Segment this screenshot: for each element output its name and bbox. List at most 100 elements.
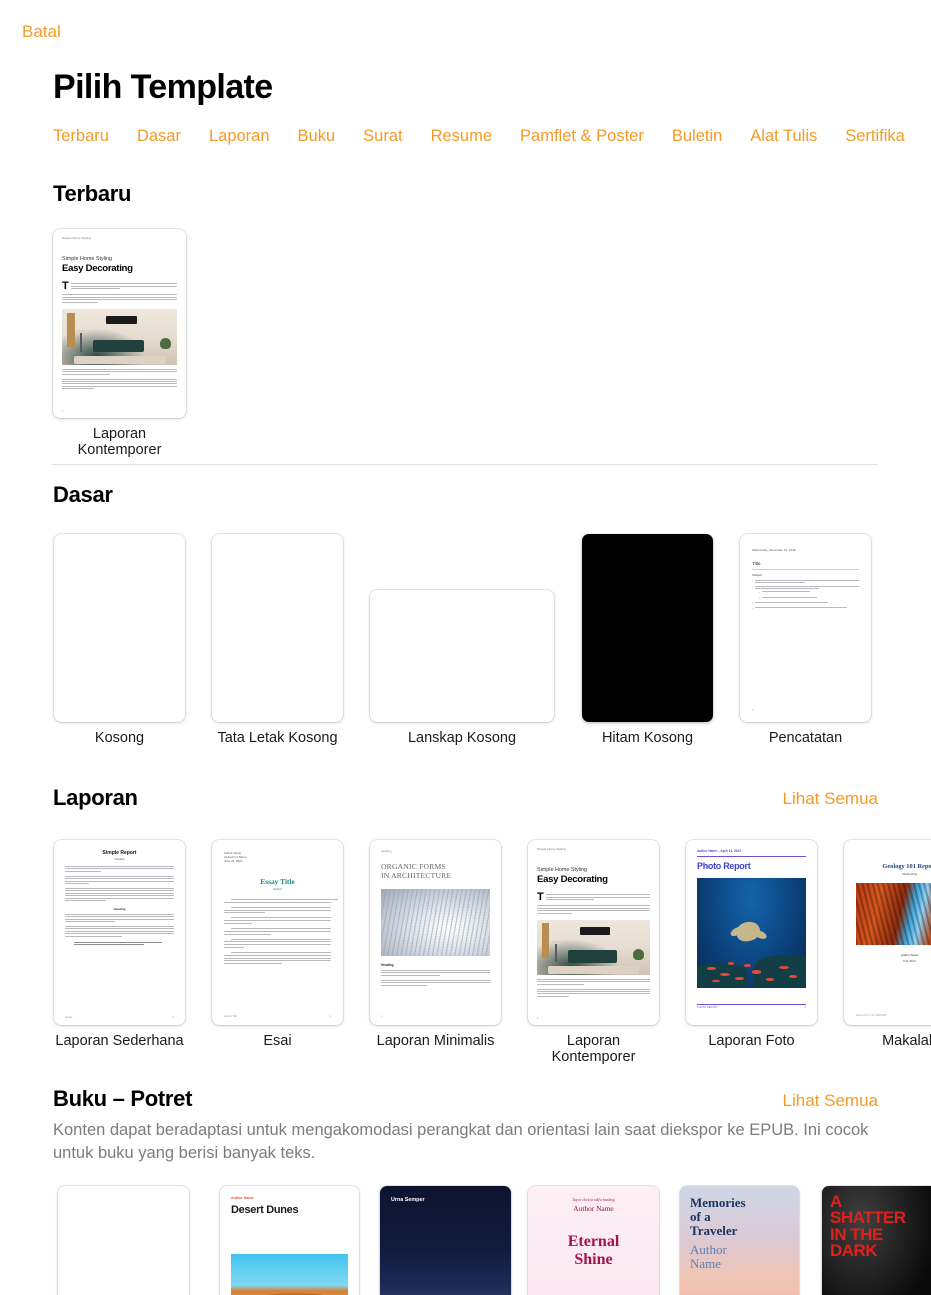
book-tile-eternal-shine[interactable]: Tap or click to add a heading Author Nam… <box>528 1186 659 1295</box>
template-tile-laporan-kontemporer-recent[interactable]: Simple Home Styling Simple Home Styling … <box>53 229 186 458</box>
cover-title-line3: Traveler <box>690 1223 738 1239</box>
doc-page-number: 1 <box>537 1016 539 1020</box>
cancel-button[interactable]: Batal <box>22 22 61 42</box>
template-tile-hitam-kosong[interactable]: Hitam Kosong <box>582 534 713 746</box>
template-thumbnail[interactable]: Geology 101 Report Subheading Author Nam… <box>844 840 931 1025</box>
book-cover-thumbnail[interactable] <box>58 1186 189 1295</box>
book-tile-desert-dunes[interactable]: Author Name Desert Dunes <box>220 1186 359 1295</box>
template-chooser-screen: Batal Pilih Template Terbaru Dasar Lapor… <box>0 0 931 1295</box>
template-thumbnail[interactable] <box>582 534 713 722</box>
cover-title-line1: Memories <box>690 1195 746 1210</box>
nav-item-surat[interactable]: Surat <box>363 127 402 146</box>
doc-photo-canyon <box>856 883 931 945</box>
doc-photo-living-room <box>537 920 650 976</box>
template-label: Hitam Kosong <box>601 730 694 746</box>
doc-title: Easy Decorating <box>537 874 608 885</box>
doc-title: Easy Decorating <box>62 263 133 274</box>
doc-heading: Heading <box>381 962 394 967</box>
template-tile-tata-letak-kosong[interactable]: Tata Letak Kosong <box>212 534 343 746</box>
see-all-buku-potret[interactable]: Lihat Semua <box>783 1091 878 1111</box>
doc-page-number: 1 <box>62 409 64 413</box>
nav-item-alat-tulis[interactable]: Alat Tulis <box>750 127 817 146</box>
book-cover-thumbnail[interactable]: Tap or click to add a heading Author Nam… <box>528 1186 659 1295</box>
doc-runhead: Simple Home Styling <box>62 236 91 240</box>
section-title-terbaru: Terbaru <box>53 181 132 206</box>
template-label: Laporan Foto <box>708 1033 795 1049</box>
template-tile-makalah[interactable]: Geology 101 Report Subheading Author Nam… <box>844 840 931 1049</box>
template-thumbnail[interactable] <box>212 534 343 722</box>
cover-author: Author Name <box>573 1204 614 1213</box>
cover-photo-dunes <box>220 1254 359 1295</box>
doc-runhead: Heading <box>381 849 392 853</box>
book-tile-urna-semper[interactable]: Urna Semper <box>380 1186 511 1295</box>
book-cover-thumbnail[interactable]: A SHATTER IN THE DARK <box>822 1186 931 1295</box>
doc-subject: Subject <box>752 573 763 578</box>
book-tile-memories-of-a-traveler[interactable]: Memories of a Traveler Author Name <box>680 1186 799 1295</box>
template-tile-laporan-sederhana[interactable]: Simple Report Subtitle Heading Footer 1 … <box>54 840 185 1049</box>
book-tile-a-shatter-in-the-dark[interactable]: A SHATTER IN THE DARK <box>822 1186 931 1295</box>
see-all-laporan[interactable]: Lihat Semua <box>783 789 878 809</box>
doc-photo-living-room <box>62 309 177 366</box>
nav-item-resume[interactable]: Resume <box>431 127 492 146</box>
template-thumbnail[interactable]: Author Name Instructor's Name June 26, 2… <box>212 840 343 1025</box>
cover-title: Desert Dunes <box>231 1204 299 1216</box>
template-label: Laporan Minimalis <box>376 1033 495 1049</box>
template-thumbnail[interactable]: Author Name – April 14, 2022 Photo Repor… <box>686 840 817 1025</box>
template-label: Laporan Sederhana <box>55 1033 184 1049</box>
nav-item-terbaru[interactable]: Terbaru <box>53 127 109 146</box>
template-tile-kosong[interactable]: Kosong <box>54 534 185 746</box>
doc-dropcap: T <box>537 891 544 903</box>
cover-title-line2: Shine <box>574 1250 613 1268</box>
doc-title: Essay Title <box>260 877 295 886</box>
doc-bullet-list: • • • • • • <box>752 580 859 611</box>
doc-photo-underwater <box>697 877 806 988</box>
cover-author-line1: Author <box>690 1242 727 1258</box>
template-tile-laporan-kontemporer[interactable]: Simple Home Styling Simple Home Styling … <box>528 840 659 1065</box>
doc-heading: Heading <box>113 906 126 911</box>
doc-page-number: 1 <box>381 1015 383 1018</box>
cover-author: Author Name <box>231 1196 254 1200</box>
nav-item-buletin[interactable]: Buletin <box>672 127 722 146</box>
book-cover-thumbnail[interactable]: Author Name Desert Dunes <box>220 1186 359 1295</box>
doc-title-line1: ORGANIC FORMS <box>381 862 446 871</box>
book-cover-thumbnail[interactable]: Memories of a Traveler Author Name <box>680 1186 799 1295</box>
cover-title-line1: Eternal <box>567 1233 620 1250</box>
template-thumbnail[interactable]: Simple Home Styling Simple Home Styling … <box>528 840 659 1025</box>
category-nav[interactable]: Terbaru Dasar Laporan Buku Surat Resume … <box>53 127 931 146</box>
nav-item-dasar[interactable]: Dasar <box>137 127 181 146</box>
template-thumbnail[interactable] <box>370 590 554 722</box>
template-tile-esai[interactable]: Author Name Instructor's Name June 26, 2… <box>212 840 343 1049</box>
template-tile-laporan-minimalis[interactable]: Heading ORGANIC FORMS IN ARCHITECTURE He… <box>370 840 501 1049</box>
doc-dropcap: T <box>62 280 69 292</box>
template-thumbnail[interactable]: Wednesday, December 14, 2016 Title Subje… <box>740 534 871 722</box>
template-label: Esai <box>263 1033 292 1049</box>
section-title-dasar: Dasar <box>53 482 113 507</box>
doc-kicker: Simple Home Styling <box>537 867 588 873</box>
doc-subtitle: Subtitle <box>114 857 125 861</box>
template-thumbnail[interactable] <box>54 534 185 722</box>
section-divider <box>52 464 878 465</box>
doc-title: Photo Report <box>697 860 751 871</box>
doc-footer: Footer <box>65 1016 73 1019</box>
template-thumbnail[interactable]: Simple Home Styling Simple Home Styling … <box>53 229 186 418</box>
nav-item-sertifikat[interactable]: Sertifika <box>845 127 905 146</box>
template-tile-pencatatan[interactable]: Wednesday, December 14, 2016 Title Subje… <box>740 534 871 746</box>
template-thumbnail[interactable]: Simple Report Subtitle Heading Footer 1 <box>54 840 185 1025</box>
nav-item-laporan[interactable]: Laporan <box>209 127 270 146</box>
template-tile-lanskap-kosong[interactable]: Lanskap Kosong <box>370 590 554 746</box>
cover-author-line2: Name <box>690 1256 722 1272</box>
nav-item-pamflet-poster[interactable]: Pamflet & Poster <box>520 127 644 146</box>
doc-footer: PHOTO REPORT <box>697 1006 718 1010</box>
template-label: Tata Letak Kosong <box>217 730 338 746</box>
cover-title-line4: DARK <box>830 1240 878 1260</box>
template-thumbnail[interactable]: Heading ORGANIC FORMS IN ARCHITECTURE He… <box>370 840 501 1025</box>
nav-item-buku[interactable]: Buku <box>298 127 336 146</box>
doc-paragraph <box>62 294 177 304</box>
template-tile-laporan-foto[interactable]: Author Name – April 14, 2022 Photo Repor… <box>686 840 817 1049</box>
template-label: Lanskap Kosong <box>407 730 517 746</box>
book-tile-kosong[interactable] <box>58 1186 189 1295</box>
book-cover-thumbnail[interactable]: Urna Semper <box>380 1186 511 1295</box>
template-label: Laporan Kontemporer <box>77 426 162 458</box>
template-label: Makalah <box>882 1033 931 1049</box>
doc-paragraph <box>70 282 177 290</box>
